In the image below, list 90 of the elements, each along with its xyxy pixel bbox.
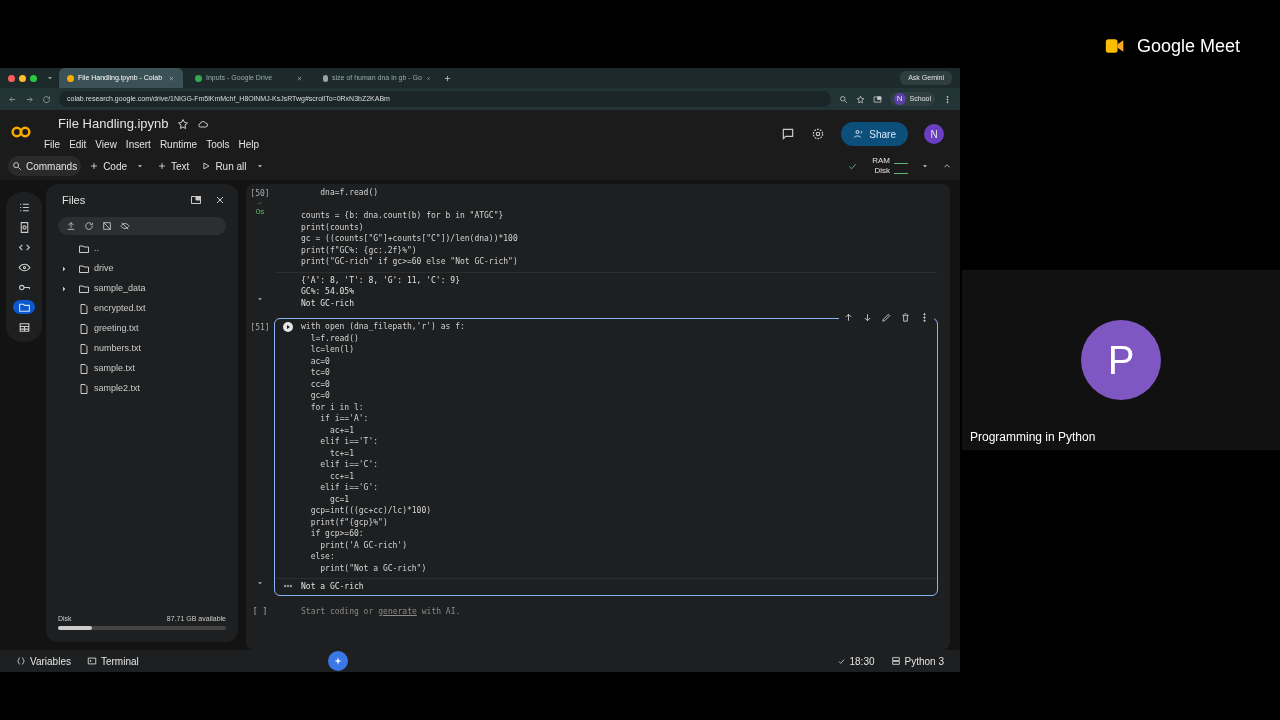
menu-item[interactable]: File bbox=[44, 136, 61, 152]
forward-icon[interactable] bbox=[25, 94, 34, 104]
menu-item[interactable]: Insert bbox=[125, 136, 151, 152]
tree-row[interactable]: sample.txt bbox=[58, 358, 226, 379]
execution-count: [ ] bbox=[252, 605, 268, 618]
file-icon bbox=[78, 382, 90, 395]
panel-title: Files bbox=[62, 193, 87, 208]
hide-icon[interactable] bbox=[120, 220, 130, 231]
execution-count: [50] bbox=[250, 188, 270, 200]
share-button[interactable]: Share bbox=[841, 122, 908, 146]
refresh-icon[interactable] bbox=[84, 220, 94, 231]
play-icon bbox=[201, 161, 212, 171]
folder-icon bbox=[78, 262, 90, 275]
braces-icon bbox=[16, 656, 26, 666]
search-icon[interactable] bbox=[838, 94, 848, 104]
menu-item[interactable]: Help bbox=[238, 136, 260, 152]
file-icon bbox=[78, 302, 90, 315]
resource-label: Disk bbox=[873, 166, 890, 176]
new-tab-icon[interactable] bbox=[443, 73, 452, 83]
open-in-tab-icon[interactable] bbox=[190, 194, 202, 207]
tree-row[interactable]: .. bbox=[58, 238, 226, 259]
generate-link[interactable]: generate bbox=[378, 605, 417, 618]
meet-logo-text: Google Meet bbox=[1136, 36, 1240, 56]
star-icon[interactable] bbox=[855, 94, 865, 104]
plus-icon bbox=[157, 161, 168, 171]
star-icon[interactable] bbox=[176, 117, 189, 130]
notebook-title[interactable]: File Handling.ipynb bbox=[58, 114, 169, 134]
toolbar-button[interactable]: Text bbox=[153, 156, 194, 176]
toolbar-button[interactable]: Run all bbox=[197, 156, 251, 176]
menu-item[interactable]: View bbox=[95, 136, 117, 152]
status-bar-button[interactable]: Variables bbox=[16, 653, 71, 669]
execution-time: 18:30 bbox=[836, 653, 875, 669]
move-down-icon[interactable] bbox=[862, 312, 873, 323]
favicon-icon bbox=[195, 74, 202, 82]
check-icon bbox=[257, 200, 263, 206]
comment-icon[interactable] bbox=[781, 127, 796, 141]
menu-item[interactable]: Edit bbox=[69, 136, 87, 152]
account-avatar[interactable]: N bbox=[924, 124, 944, 144]
plus-icon bbox=[89, 161, 100, 171]
cell-output: Not a GC-rich bbox=[301, 581, 364, 593]
reload-icon[interactable] bbox=[42, 94, 51, 104]
placeholder-text: Start coding or bbox=[301, 605, 374, 618]
runtime-button[interactable]: Python 3 bbox=[890, 653, 944, 669]
tree-row[interactable]: sample_data bbox=[58, 278, 226, 299]
tree-row[interactable]: numbers.txt bbox=[58, 338, 226, 359]
cell-output: {'A': 8, 'T': 8, 'G': 11, 'C': 9} GC%: 54.05% Not GC-rich bbox=[301, 274, 460, 309]
menu-icon[interactable] bbox=[943, 94, 952, 104]
move-up-icon[interactable] bbox=[843, 312, 854, 323]
check-icon bbox=[836, 656, 846, 666]
participant-avatar: P bbox=[1081, 320, 1161, 400]
extension-icon[interactable] bbox=[872, 94, 882, 104]
expand-icon[interactable] bbox=[60, 284, 68, 293]
back-icon[interactable] bbox=[8, 94, 17, 104]
toolbar-button[interactable]: Code bbox=[85, 156, 132, 176]
code-block[interactable]: dna=f.read() counts = {b: dna.count(b) for b in "ATGC"} print(counts) gc = ((counts["G"]+counts["C"])/len(dna))*100 print(f"GC%: {gc:.2f}%") print("GC-rich" if gc>=60 else "Not GC-rich") bbox=[301, 187, 518, 268]
code-cell[interactable] bbox=[274, 318, 938, 596]
folder-icon bbox=[78, 282, 90, 295]
tree-row[interactable]: drive bbox=[58, 258, 226, 279]
menu-item[interactable]: Runtime bbox=[159, 136, 198, 152]
terminal-icon bbox=[86, 656, 97, 666]
code-block[interactable]: with open (dna_filepath,'r') as f: l=f.read() lc=len(l) ac=0 tc=0 cc=0 gc=0 for i in l: if i=='A': ac+=1 elif i=='T': tc+=1 elif i=='C': cc+=1 elif i=='G': gc=1 gcp=int(((gc+cc)/lc)*100) print(f"{gcp}%") if gcp>=60: print('A GC-rich') else: print("Not a GC-rich") bbox=[301, 321, 465, 574]
run-cell-button[interactable] bbox=[282, 321, 294, 333]
participant-name: Programming in Python bbox=[970, 429, 1096, 446]
upload-icon[interactable] bbox=[66, 220, 76, 231]
file-icon bbox=[78, 322, 90, 335]
file-icon bbox=[78, 362, 90, 375]
tree-row[interactable]: sample2.txt bbox=[58, 378, 226, 399]
settings-icon[interactable] bbox=[811, 127, 826, 141]
file-icon bbox=[78, 342, 90, 355]
tree-row[interactable]: greeting.txt bbox=[58, 318, 226, 339]
delete-icon[interactable] bbox=[900, 312, 911, 323]
folder-icon bbox=[78, 242, 90, 255]
favicon-icon bbox=[323, 74, 329, 82]
gemini-button[interactable] bbox=[327, 651, 348, 671]
placeholder-text: with AI. bbox=[421, 605, 461, 618]
run-status: 0s bbox=[255, 206, 265, 218]
resource-label: RAM bbox=[871, 156, 890, 166]
favicon-icon bbox=[67, 74, 74, 82]
sidebar-folder-button[interactable] bbox=[13, 300, 35, 314]
drive-icon[interactable] bbox=[102, 220, 112, 231]
edit-icon[interactable] bbox=[881, 312, 892, 323]
toolbar-button[interactable]: Commands bbox=[8, 156, 82, 176]
expand-icon[interactable] bbox=[60, 264, 68, 273]
execution-count: [51] bbox=[250, 322, 270, 334]
menu-item[interactable]: Tools bbox=[206, 136, 230, 152]
status-bar-button[interactable]: Terminal bbox=[86, 653, 139, 669]
table-icon bbox=[17, 320, 31, 334]
tree-row[interactable]: encrypted.txt bbox=[58, 298, 226, 319]
search-icon bbox=[12, 161, 22, 171]
server-icon bbox=[890, 656, 901, 666]
